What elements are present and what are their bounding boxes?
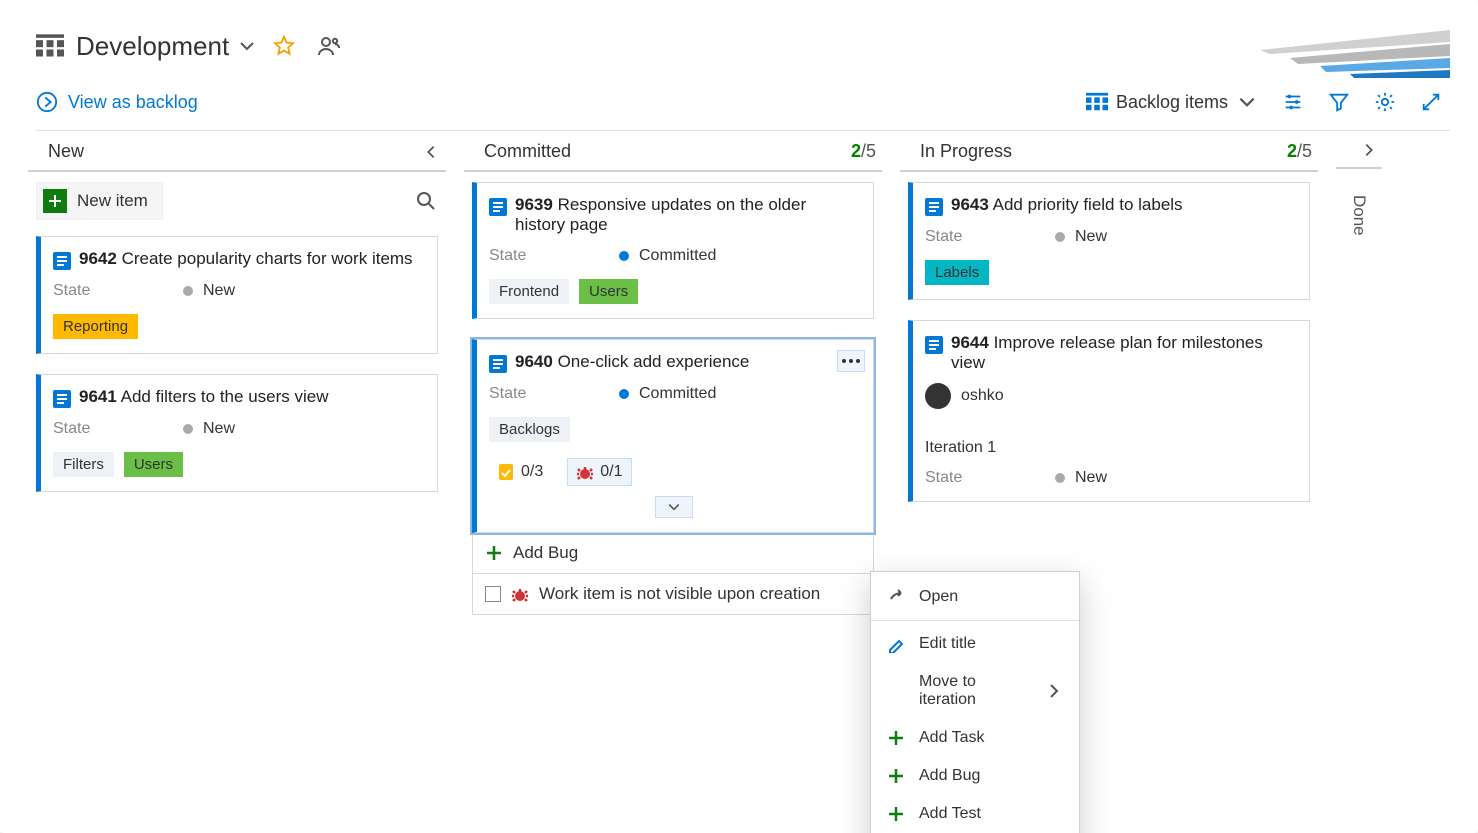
pbi-icon bbox=[925, 336, 943, 354]
menu-add-test[interactable]: Add Test bbox=[871, 795, 1079, 833]
pbi-icon bbox=[53, 252, 71, 270]
card-9642[interactable]: 9642 Create popularity charts for work i… bbox=[36, 236, 438, 354]
menu-open[interactable]: Open bbox=[871, 578, 1079, 616]
expand-children-button[interactable] bbox=[655, 496, 693, 518]
state-label: State bbox=[489, 385, 619, 403]
task-clipboard-icon bbox=[497, 463, 515, 481]
wip-counter-in-progress: 2/5 bbox=[1287, 141, 1312, 162]
collapse-column-icon[interactable] bbox=[422, 143, 440, 161]
blank-icon bbox=[887, 682, 905, 700]
state-dot-icon bbox=[1055, 232, 1065, 242]
state-dot-icon bbox=[619, 389, 629, 399]
child-bug-row[interactable]: Work item is not visible upon creation bbox=[472, 574, 874, 615]
settings-gear-icon[interactable] bbox=[1374, 91, 1396, 113]
tag-users[interactable]: Users bbox=[124, 452, 183, 477]
state-value: New bbox=[203, 420, 235, 438]
view-as-backlog-link[interactable]: View as backlog bbox=[36, 91, 198, 113]
pbi-icon bbox=[925, 198, 943, 216]
arrow-right-circle-icon bbox=[36, 91, 58, 113]
pbi-icon bbox=[489, 198, 507, 216]
state-label: State bbox=[925, 228, 1055, 246]
state-dot-icon bbox=[619, 251, 629, 261]
add-bug-row[interactable]: Add Bug bbox=[472, 533, 874, 574]
plus-icon bbox=[887, 729, 905, 747]
assignee-name: oshko bbox=[961, 387, 1004, 405]
tag-backlogs[interactable]: Backlogs bbox=[489, 417, 570, 442]
state-label: State bbox=[53, 420, 183, 438]
state-value: New bbox=[1075, 228, 1107, 246]
column-title-new: New bbox=[48, 141, 84, 162]
pbi-icon bbox=[489, 355, 507, 373]
tag-labels[interactable]: Labels bbox=[925, 260, 989, 285]
column-done: Done bbox=[1336, 131, 1382, 816]
backlog-level-selector[interactable]: Backlog items bbox=[1086, 91, 1258, 113]
board-title[interactable]: Development bbox=[76, 31, 229, 62]
card-9639[interactable]: 9639 Responsive updates on the older his… bbox=[472, 182, 874, 319]
backlog-items-icon bbox=[1086, 91, 1108, 113]
board-options-icon[interactable] bbox=[1282, 91, 1304, 113]
expand-column-icon[interactable] bbox=[1360, 141, 1378, 159]
plus-icon bbox=[887, 767, 905, 785]
new-item-button[interactable]: New item bbox=[36, 182, 163, 220]
state-value: New bbox=[1075, 469, 1107, 487]
board-icon bbox=[36, 34, 64, 58]
open-icon bbox=[887, 588, 905, 606]
filter-icon[interactable] bbox=[1328, 91, 1350, 113]
state-value: New bbox=[203, 282, 235, 300]
bug-icon bbox=[576, 463, 594, 481]
task-counter[interactable]: 0/3 bbox=[489, 459, 551, 485]
tag-frontend[interactable]: Frontend bbox=[489, 279, 569, 304]
plus-icon bbox=[887, 805, 905, 823]
state-label: State bbox=[489, 247, 619, 265]
menu-move-to-iteration[interactable]: Move to iteration bbox=[871, 663, 1079, 719]
card-context-menu: Open Edit title Move to iteration Add Ta… bbox=[870, 571, 1080, 833]
card-9644[interactable]: 9644 Improve release plan for milestones… bbox=[908, 320, 1310, 502]
menu-add-bug[interactable]: Add Bug bbox=[871, 757, 1079, 795]
chevron-down-icon bbox=[1236, 91, 1258, 113]
board-title-chevron-icon[interactable] bbox=[237, 36, 257, 56]
chevron-right-icon bbox=[1045, 682, 1063, 700]
column-title-done[interactable]: Done bbox=[1349, 195, 1369, 236]
tag-filters[interactable]: Filters bbox=[53, 452, 114, 477]
bug-counter[interactable]: 0/1 bbox=[567, 458, 631, 486]
state-value: Committed bbox=[639, 247, 716, 265]
menu-edit-title[interactable]: Edit title bbox=[871, 625, 1079, 663]
state-value: Committed bbox=[639, 385, 716, 403]
card-actions-button[interactable] bbox=[837, 350, 865, 372]
fullscreen-icon[interactable] bbox=[1420, 91, 1442, 113]
pbi-icon bbox=[53, 390, 71, 408]
state-dot-icon bbox=[183, 286, 193, 296]
column-new: New New item 9642 Create popularity bbox=[28, 131, 446, 816]
tag-reporting[interactable]: Reporting bbox=[53, 314, 138, 339]
plus-icon bbox=[43, 189, 67, 213]
bug-icon bbox=[511, 585, 529, 603]
plus-icon bbox=[485, 544, 503, 562]
state-dot-icon bbox=[183, 424, 193, 434]
brand-logo bbox=[1260, 30, 1450, 83]
menu-add-task[interactable]: Add Task bbox=[871, 719, 1079, 757]
wip-counter-committed: 2/5 bbox=[851, 141, 876, 162]
search-icon[interactable] bbox=[416, 191, 436, 211]
state-label: State bbox=[53, 282, 183, 300]
card-9641[interactable]: 9641 Add filters to the users view State… bbox=[36, 374, 438, 492]
tag-users[interactable]: Users bbox=[579, 279, 638, 304]
column-committed: Committed 2/5 9639 Responsive updates on… bbox=[464, 131, 882, 816]
column-title-committed: Committed bbox=[484, 141, 571, 162]
state-dot-icon bbox=[1055, 473, 1065, 483]
avatar bbox=[925, 383, 951, 409]
iteration-value: Iteration 1 bbox=[925, 439, 996, 456]
pencil-icon bbox=[887, 635, 905, 653]
column-title-in-progress: In Progress bbox=[920, 141, 1012, 162]
card-9640[interactable]: 9640 One-click add experience State Comm… bbox=[472, 339, 874, 533]
state-label: State bbox=[925, 469, 1055, 487]
checkbox-icon[interactable] bbox=[485, 586, 501, 602]
favorite-star-icon[interactable] bbox=[273, 35, 295, 57]
card-9643[interactable]: 9643 Add priority field to labels State … bbox=[908, 182, 1310, 300]
team-members-icon[interactable] bbox=[317, 34, 341, 58]
